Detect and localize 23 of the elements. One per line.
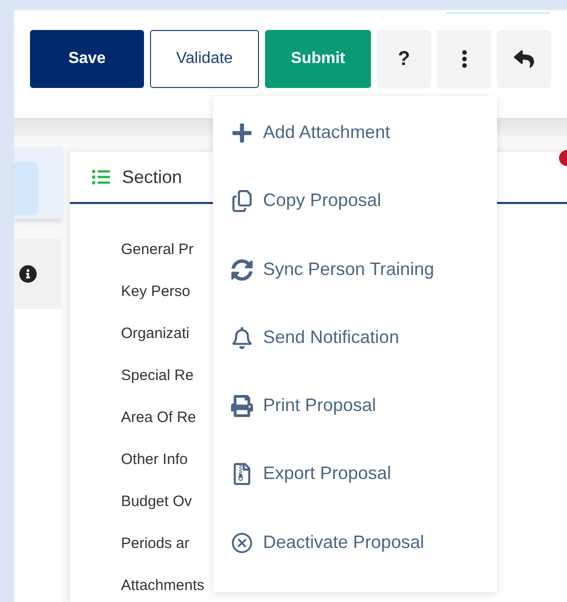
sync-icon bbox=[231, 258, 253, 281]
reply-icon bbox=[514, 49, 534, 69]
menu-item[interactable]: Export Proposal bbox=[231, 455, 491, 524]
bell-icon bbox=[231, 326, 253, 349]
menu-item[interactable]: Copy Proposal bbox=[231, 182, 491, 251]
menu-item[interactable]: Sync Person Training bbox=[231, 250, 491, 319]
menu-item[interactable]: Add Attachment bbox=[231, 114, 491, 182]
menu-item[interactable]: Print Proposal bbox=[231, 387, 491, 456]
printer-icon bbox=[231, 395, 253, 418]
copy-icon bbox=[231, 190, 253, 212]
plus-icon bbox=[231, 122, 253, 144]
file-archive-icon bbox=[231, 463, 253, 486]
list-icon bbox=[92, 168, 110, 186]
menu-item[interactable]: Deactivate Proposal bbox=[231, 524, 491, 592]
help-button[interactable]: ? bbox=[377, 30, 431, 88]
menu-item[interactable]: Send Notification bbox=[231, 318, 491, 388]
tab-label: Section bbox=[122, 166, 182, 188]
save-button[interactable]: Save bbox=[30, 30, 144, 88]
info-icon[interactable] bbox=[19, 265, 37, 283]
back-button[interactable] bbox=[497, 30, 551, 88]
validate-button[interactable]: Validate bbox=[150, 30, 259, 88]
more-icon bbox=[462, 50, 466, 68]
submit-button[interactable]: Submit bbox=[265, 30, 371, 88]
